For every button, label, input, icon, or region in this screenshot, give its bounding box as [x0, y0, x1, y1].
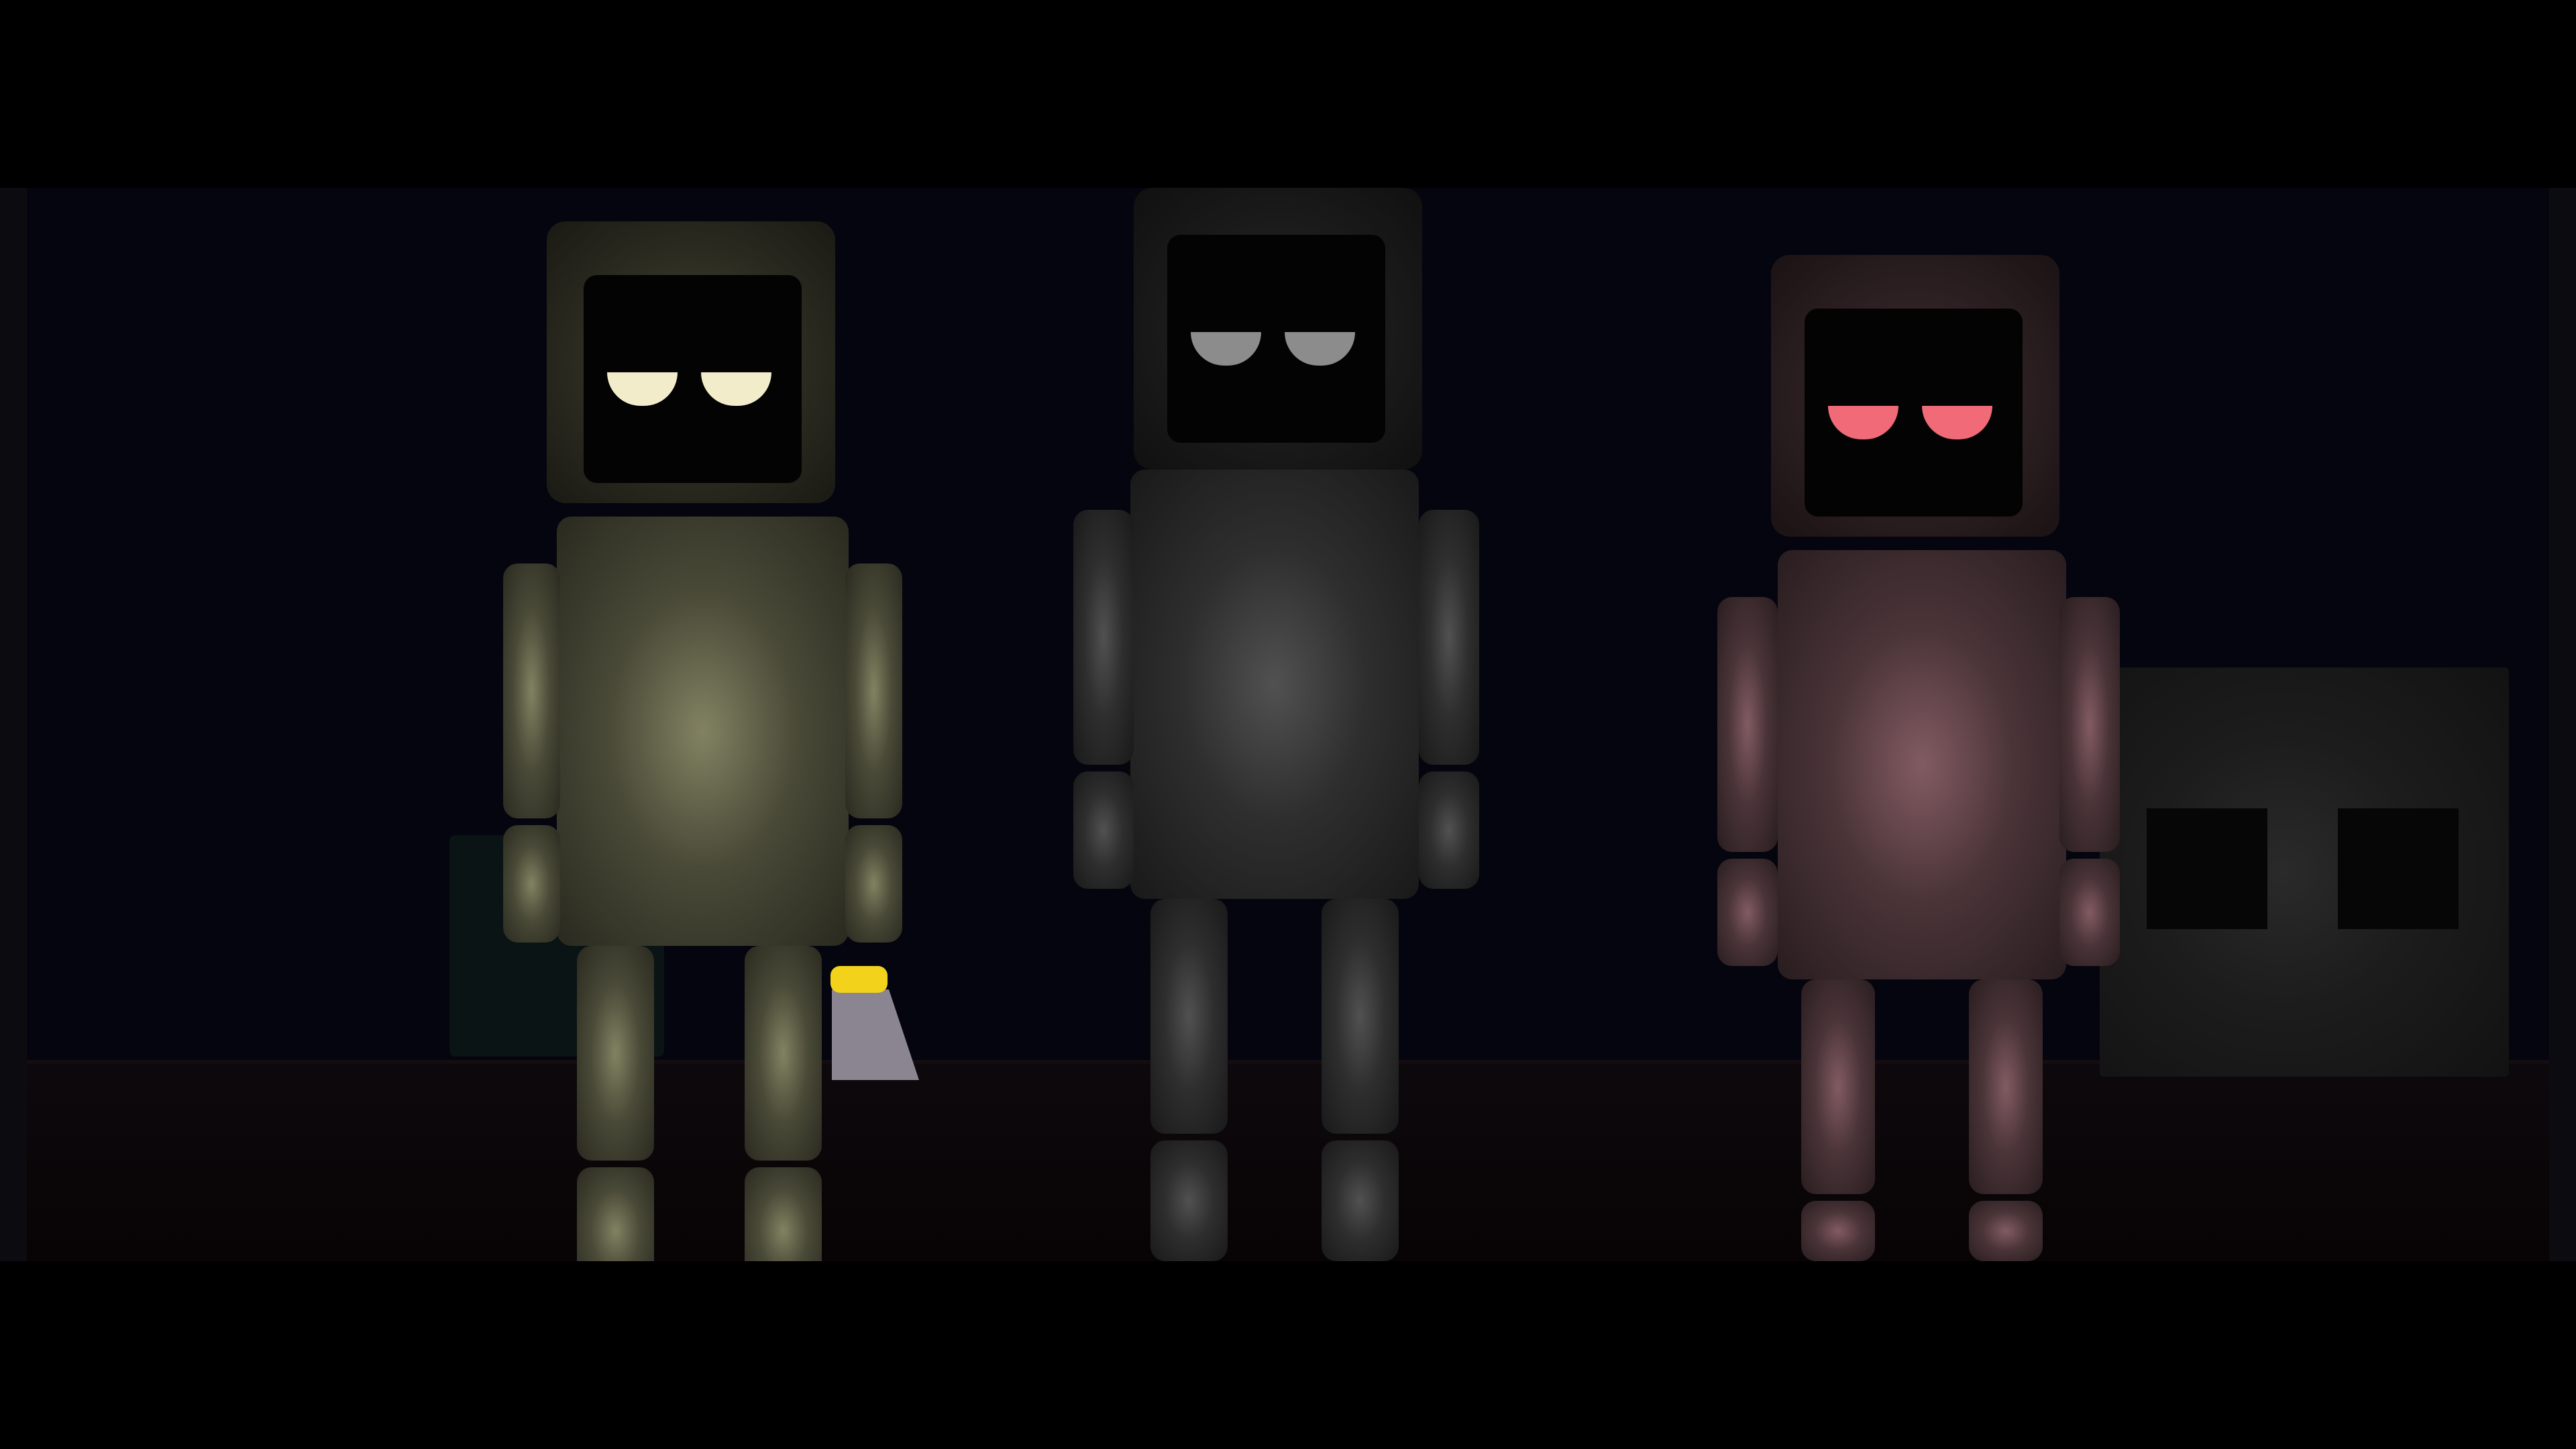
robot-eye [1191, 332, 1261, 366]
robot-leg-lower-left [1801, 1201, 1875, 1261]
game-scene [0, 188, 2576, 1261]
robot-face-screen [1167, 235, 1385, 443]
robot-eye [1922, 406, 1992, 439]
robot-arm-lower-right [1419, 771, 1479, 889]
background-crate [2100, 667, 2509, 1077]
robot-arm-lower-right [845, 825, 902, 943]
robot-arm-lower-right [2059, 859, 2120, 966]
robot-eye [1285, 332, 1355, 366]
robot-leg-lower-left [1150, 1140, 1228, 1261]
robot-leg-upper-left [577, 946, 654, 1161]
robot-leg-upper-left [1150, 899, 1228, 1134]
robot-leg-lower-right [745, 1167, 822, 1261]
robot-leg-lower-left [577, 1167, 654, 1261]
flashlight-body [832, 989, 919, 1080]
robot-torso [1778, 550, 2066, 979]
robot-leg-upper-right [1322, 899, 1399, 1134]
crate-hole [2338, 808, 2459, 929]
robot-arm-upper-left [1717, 597, 1778, 852]
robot-leg-lower-right [1969, 1201, 2043, 1261]
robot-eye [701, 372, 771, 406]
robot-arm-lower-left [503, 825, 560, 943]
robot-arm-upper-left [503, 564, 560, 818]
floor [27, 1060, 2549, 1261]
letterbox-bottom [0, 1261, 2576, 1449]
robot-arm-upper-left [1073, 510, 1134, 765]
robot-leg-upper-right [1969, 979, 2043, 1194]
robot-eye [1828, 406, 1898, 439]
flashlight [830, 966, 919, 1080]
robot-arm-lower-left [1073, 771, 1134, 889]
robot-arm-lower-left [1717, 859, 1778, 966]
robot-torso [557, 517, 849, 946]
robot-face-screen [584, 275, 802, 483]
robot-torso [1130, 470, 1419, 899]
robot-face-screen [1805, 309, 2023, 517]
robot-arm-upper-right [1419, 510, 1479, 765]
crate-hole [2147, 808, 2267, 929]
robot-leg-upper-right [745, 946, 822, 1161]
robot-arm-upper-right [2059, 597, 2120, 852]
wall-edge-left [0, 188, 27, 1261]
robot-leg-lower-right [1322, 1140, 1399, 1261]
robot-eye [607, 372, 678, 406]
wall-edge-right [2549, 188, 2576, 1261]
letterbox-top [0, 0, 2576, 188]
robot-arm-upper-right [845, 564, 902, 818]
flashlight-tip [830, 966, 888, 993]
robot-leg-upper-left [1801, 979, 1875, 1194]
